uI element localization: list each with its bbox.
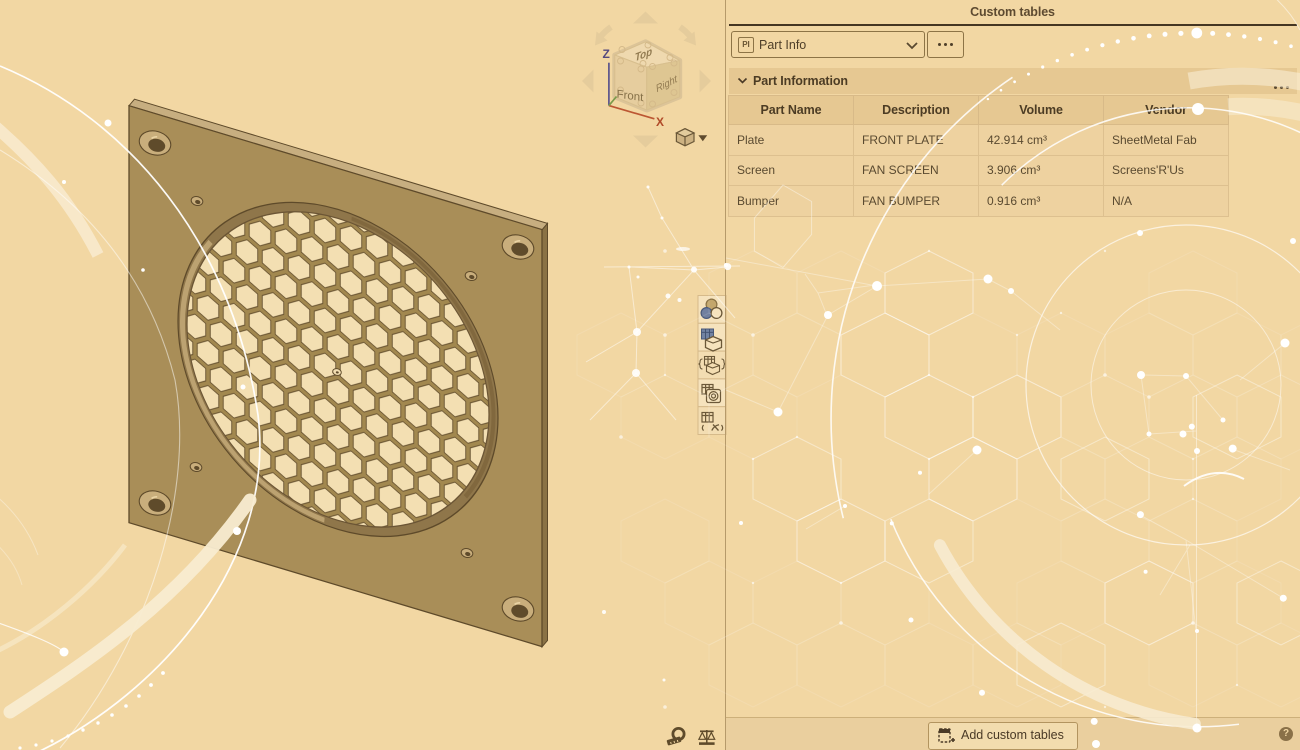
svg-text:Front: Front	[616, 89, 644, 105]
svg-text:Z: Z	[603, 47, 610, 61]
svg-text:X: X	[656, 115, 664, 129]
